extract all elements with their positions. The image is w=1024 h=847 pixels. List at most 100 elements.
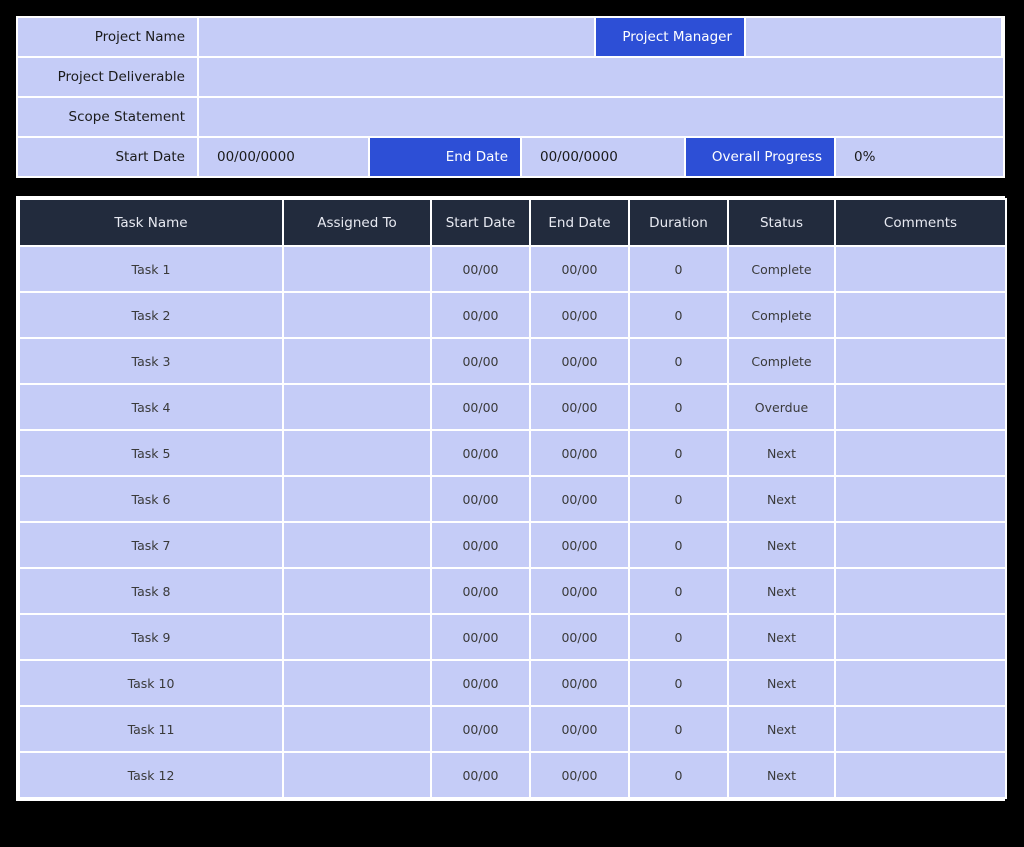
cell-status[interactable]: Next xyxy=(729,615,834,659)
table-row[interactable]: Task 5 00/00 00/00 0 Next xyxy=(20,431,1005,475)
project-deliverable-input[interactable] xyxy=(199,58,1003,96)
cell-task-name[interactable]: Task 1 xyxy=(20,247,282,291)
cell-comments[interactable] xyxy=(836,523,1005,567)
cell-comments[interactable] xyxy=(836,385,1005,429)
cell-assigned-to[interactable] xyxy=(284,661,430,705)
cell-comments[interactable] xyxy=(836,247,1005,291)
table-row[interactable]: Task 6 00/00 00/00 0 Next xyxy=(20,477,1005,521)
cell-task-name[interactable]: Task 4 xyxy=(20,385,282,429)
cell-end-date[interactable]: 00/00 xyxy=(531,293,628,337)
cell-start-date[interactable]: 00/00 xyxy=(432,247,529,291)
cell-assigned-to[interactable] xyxy=(284,385,430,429)
table-row[interactable]: Task 11 00/00 00/00 0 Next xyxy=(20,707,1005,751)
cell-task-name[interactable]: Task 3 xyxy=(20,339,282,383)
cell-comments[interactable] xyxy=(836,293,1005,337)
cell-start-date[interactable]: 00/00 xyxy=(432,477,529,521)
cell-comments[interactable] xyxy=(836,707,1005,751)
cell-status[interactable]: Next xyxy=(729,661,834,705)
cell-duration[interactable]: 0 xyxy=(630,753,727,797)
cell-assigned-to[interactable] xyxy=(284,293,430,337)
cell-comments[interactable] xyxy=(836,431,1005,475)
table-row[interactable]: Task 9 00/00 00/00 0 Next xyxy=(20,615,1005,659)
cell-comments[interactable] xyxy=(836,615,1005,659)
cell-end-date[interactable]: 00/00 xyxy=(531,753,628,797)
cell-duration[interactable]: 0 xyxy=(630,431,727,475)
cell-assigned-to[interactable] xyxy=(284,569,430,613)
cell-duration[interactable]: 0 xyxy=(630,293,727,337)
cell-comments[interactable] xyxy=(836,339,1005,383)
cell-task-name[interactable]: Task 10 xyxy=(20,661,282,705)
cell-end-date[interactable]: 00/00 xyxy=(531,385,628,429)
cell-assigned-to[interactable] xyxy=(284,615,430,659)
cell-duration[interactable]: 0 xyxy=(630,523,727,567)
table-row[interactable]: Task 12 00/00 00/00 0 Next xyxy=(20,753,1005,797)
scope-statement-input[interactable] xyxy=(199,98,1003,136)
cell-start-date[interactable]: 00/00 xyxy=(432,753,529,797)
cell-assigned-to[interactable] xyxy=(284,753,430,797)
table-row[interactable]: Task 1 00/00 00/00 0 Complete xyxy=(20,247,1005,291)
cell-assigned-to[interactable] xyxy=(284,247,430,291)
cell-end-date[interactable]: 00/00 xyxy=(531,615,628,659)
cell-task-name[interactable]: Task 8 xyxy=(20,569,282,613)
cell-start-date[interactable]: 00/00 xyxy=(432,523,529,567)
column-header-duration[interactable]: Duration xyxy=(630,200,727,245)
cell-duration[interactable]: 0 xyxy=(630,247,727,291)
cell-status[interactable]: Complete xyxy=(729,247,834,291)
cell-end-date[interactable]: 00/00 xyxy=(531,569,628,613)
cell-comments[interactable] xyxy=(836,753,1005,797)
cell-end-date[interactable]: 00/00 xyxy=(531,523,628,567)
column-header-assigned-to[interactable]: Assigned To xyxy=(284,200,430,245)
cell-task-name[interactable]: Task 12 xyxy=(20,753,282,797)
start-date-input[interactable]: 00/00/0000 xyxy=(199,138,368,176)
cell-status[interactable]: Next xyxy=(729,431,834,475)
cell-end-date[interactable]: 00/00 xyxy=(531,431,628,475)
cell-start-date[interactable]: 00/00 xyxy=(432,707,529,751)
cell-task-name[interactable]: Task 6 xyxy=(20,477,282,521)
cell-comments[interactable] xyxy=(836,477,1005,521)
column-header-task-name[interactable]: Task Name xyxy=(20,200,282,245)
cell-status[interactable]: Complete xyxy=(729,293,834,337)
cell-end-date[interactable]: 00/00 xyxy=(531,707,628,751)
project-manager-input[interactable] xyxy=(746,18,1001,56)
cell-start-date[interactable]: 00/00 xyxy=(432,339,529,383)
table-row[interactable]: Task 2 00/00 00/00 0 Complete xyxy=(20,293,1005,337)
cell-end-date[interactable]: 00/00 xyxy=(531,247,628,291)
cell-start-date[interactable]: 00/00 xyxy=(432,293,529,337)
cell-status[interactable]: Next xyxy=(729,707,834,751)
cell-end-date[interactable]: 00/00 xyxy=(531,477,628,521)
cell-task-name[interactable]: Task 7 xyxy=(20,523,282,567)
cell-assigned-to[interactable] xyxy=(284,707,430,751)
cell-task-name[interactable]: Task 2 xyxy=(20,293,282,337)
cell-comments[interactable] xyxy=(836,569,1005,613)
table-row[interactable]: Task 8 00/00 00/00 0 Next xyxy=(20,569,1005,613)
cell-end-date[interactable]: 00/00 xyxy=(531,661,628,705)
cell-task-name[interactable]: Task 11 xyxy=(20,707,282,751)
cell-start-date[interactable]: 00/00 xyxy=(432,569,529,613)
cell-duration[interactable]: 0 xyxy=(630,477,727,521)
cell-duration[interactable]: 0 xyxy=(630,707,727,751)
project-name-input[interactable] xyxy=(199,18,594,56)
column-header-end-date[interactable]: End Date xyxy=(531,200,628,245)
cell-assigned-to[interactable] xyxy=(284,523,430,567)
cell-status[interactable]: Next xyxy=(729,753,834,797)
cell-duration[interactable]: 0 xyxy=(630,385,727,429)
cell-duration[interactable]: 0 xyxy=(630,615,727,659)
cell-status[interactable]: Next xyxy=(729,569,834,613)
column-header-comments[interactable]: Comments xyxy=(836,200,1005,245)
cell-start-date[interactable]: 00/00 xyxy=(432,385,529,429)
cell-start-date[interactable]: 00/00 xyxy=(432,661,529,705)
table-row[interactable]: Task 7 00/00 00/00 0 Next xyxy=(20,523,1005,567)
cell-comments[interactable] xyxy=(836,661,1005,705)
cell-status[interactable]: Complete xyxy=(729,339,834,383)
cell-task-name[interactable]: Task 5 xyxy=(20,431,282,475)
table-row[interactable]: Task 4 00/00 00/00 0 Overdue xyxy=(20,385,1005,429)
cell-status[interactable]: Overdue xyxy=(729,385,834,429)
cell-status[interactable]: Next xyxy=(729,477,834,521)
end-date-input[interactable]: 00/00/0000 xyxy=(522,138,684,176)
cell-duration[interactable]: 0 xyxy=(630,569,727,613)
cell-task-name[interactable]: Task 9 xyxy=(20,615,282,659)
cell-duration[interactable]: 0 xyxy=(630,339,727,383)
cell-assigned-to[interactable] xyxy=(284,431,430,475)
column-header-status[interactable]: Status xyxy=(729,200,834,245)
cell-assigned-to[interactable] xyxy=(284,339,430,383)
